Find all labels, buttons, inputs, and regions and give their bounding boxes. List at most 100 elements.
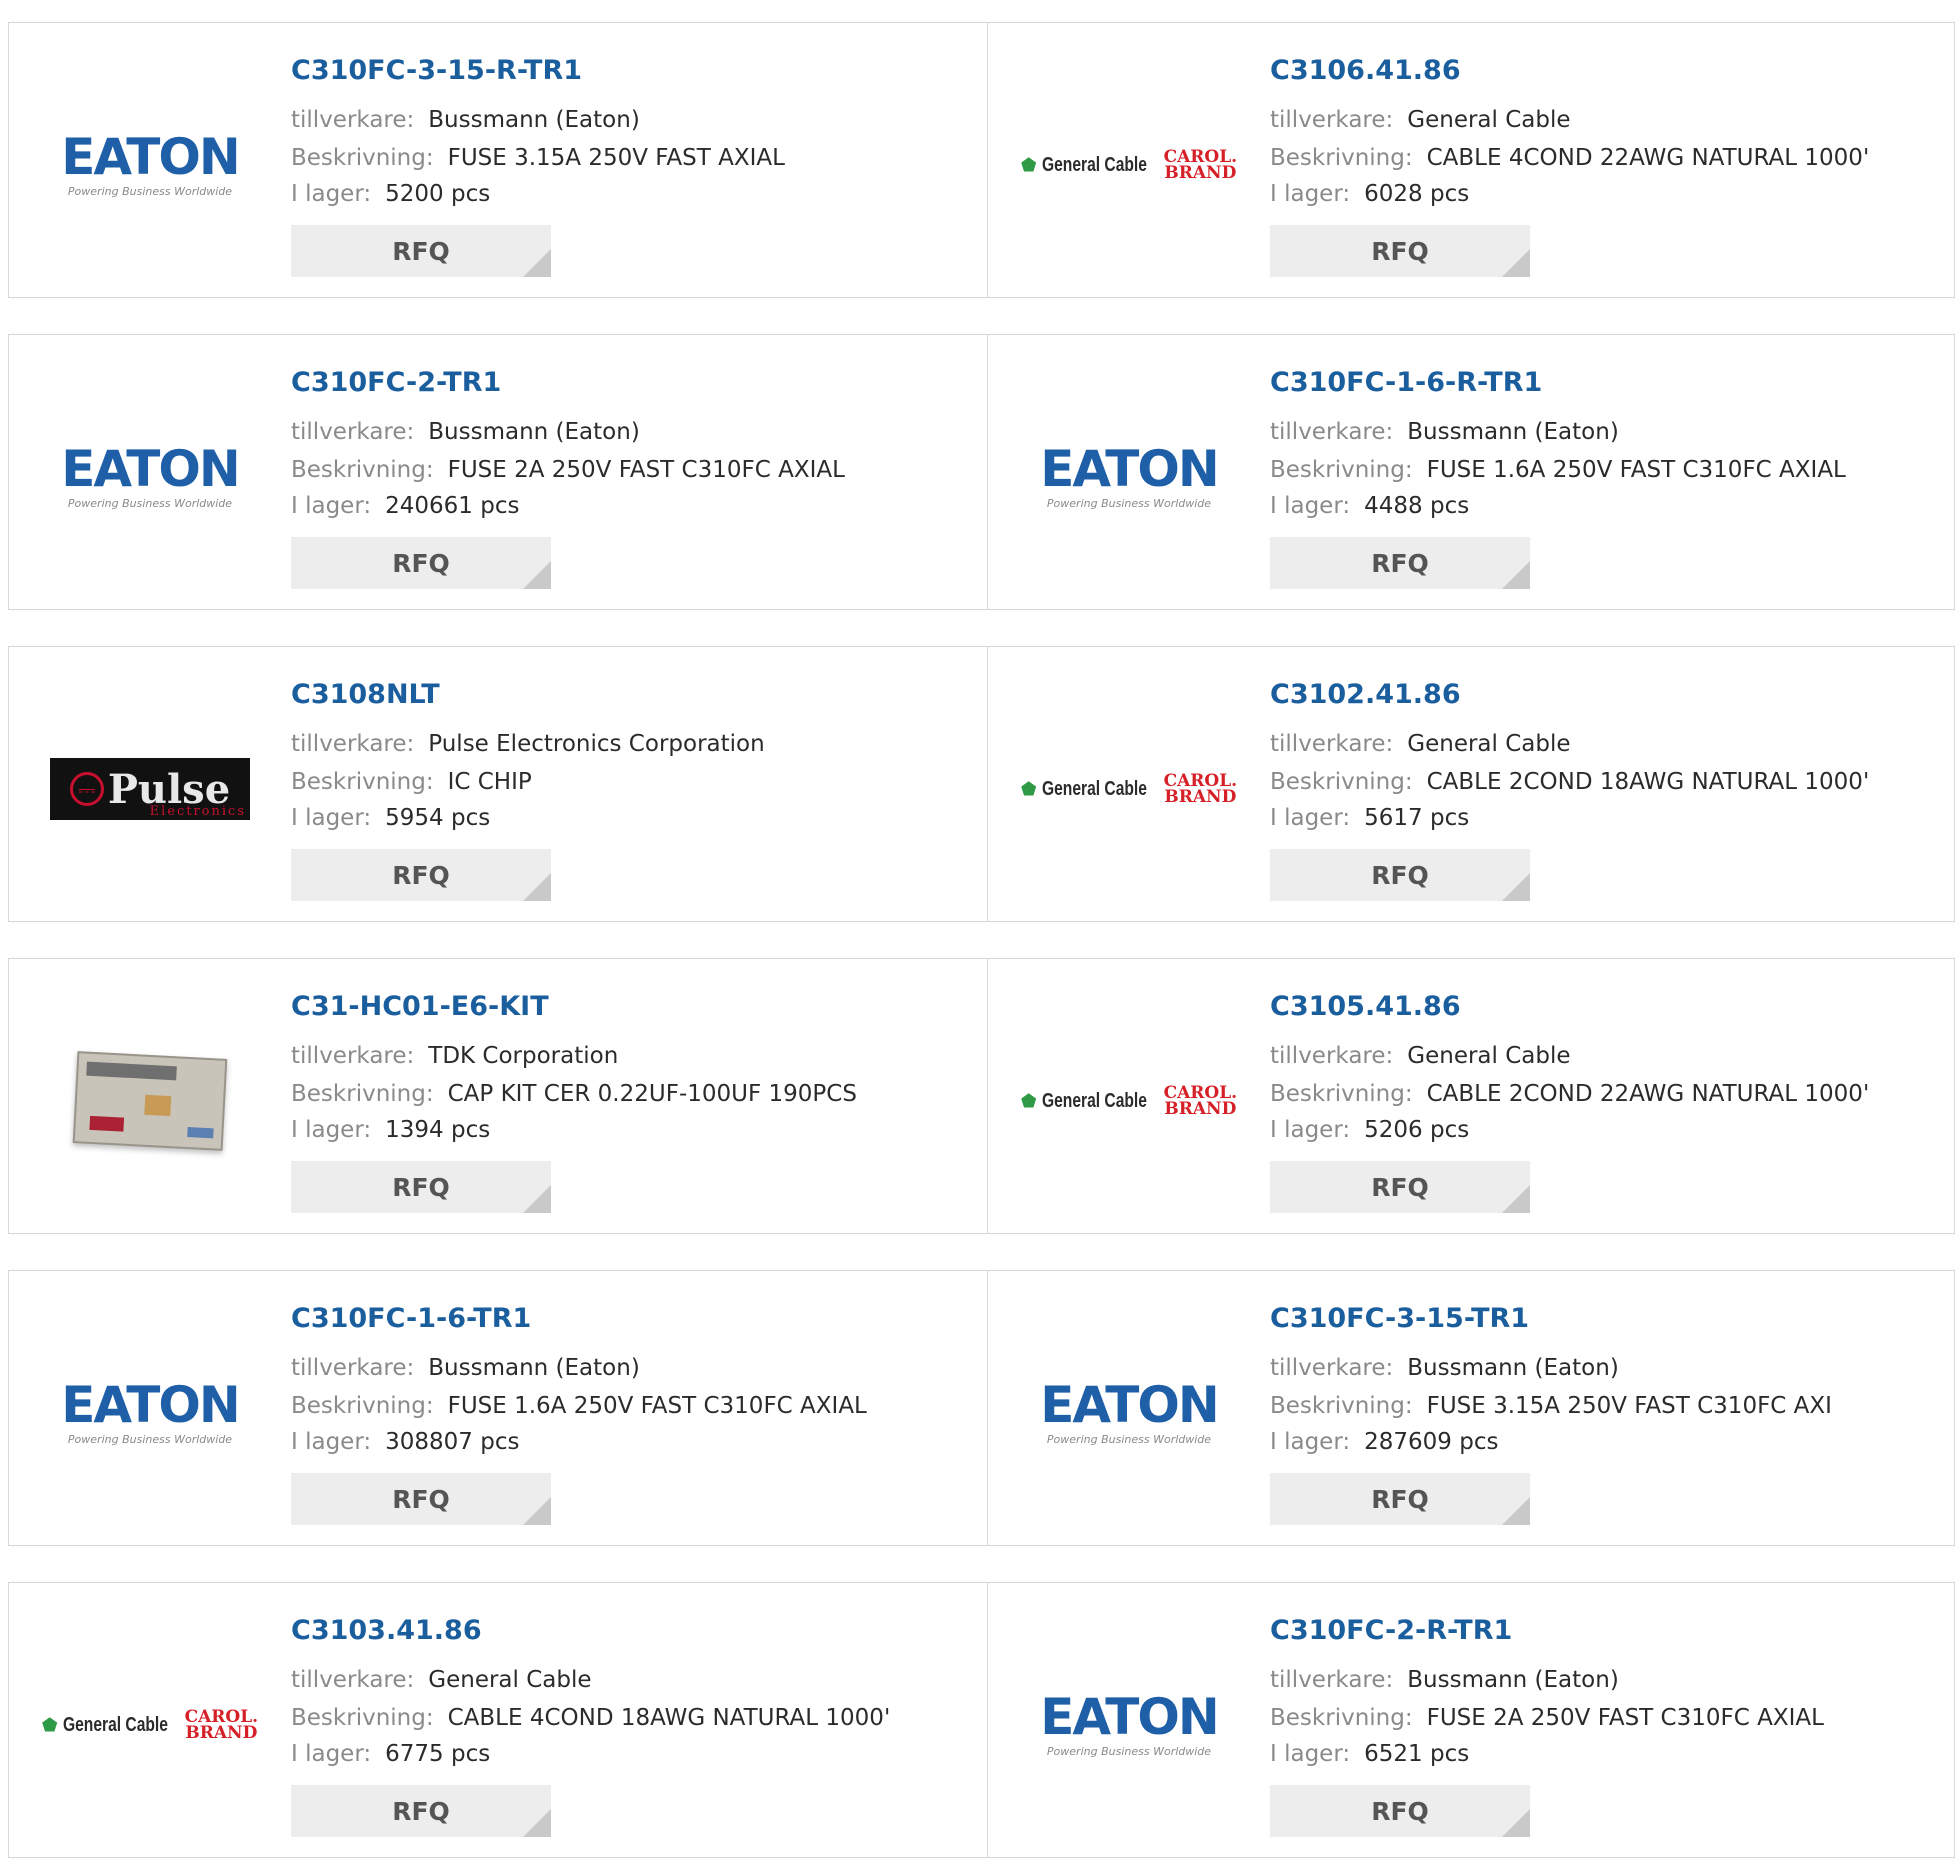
- eaton-tagline: Powering Business Worldwide: [1046, 496, 1212, 510]
- stock-row: I lager: 5617 pcs: [1270, 805, 1469, 831]
- description-label: Beskrivning:: [291, 1393, 434, 1419]
- description-value: CAP KIT CER 0.22UF-100UF 190PCS: [447, 1081, 857, 1107]
- part-number-link[interactable]: C310FC-3-15-R-TR1: [291, 55, 582, 86]
- product-card: EATON Powering Business Worldwide C310FC…: [8, 22, 988, 298]
- pulse-logo: ⎓ Pulse Electronics: [50, 758, 250, 820]
- part-number-link[interactable]: C3103.41.86: [291, 1615, 482, 1646]
- carol-brand-mark: CAROL. BRAND: [184, 1707, 259, 1743]
- manufacturer-logo[interactable]: EATON Powering Business Worldwide: [49, 1351, 251, 1475]
- stock-label: I lager:: [1270, 1117, 1351, 1143]
- manufacturer-logo[interactable]: EATON Powering Business Worldwide: [1028, 1663, 1230, 1787]
- manufacturer-logo[interactable]: ⬟ General Cable CAROL. BRAND: [42, 1663, 258, 1787]
- part-number-link[interactable]: C310FC-2-TR1: [291, 367, 501, 398]
- product-card: EATON Powering Business Worldwide C310FC…: [987, 334, 1955, 610]
- rfq-button[interactable]: RFQ: [1270, 1473, 1530, 1525]
- manufacturer-label: tillverkare:: [291, 1667, 415, 1693]
- manufacturer-row: tillverkare: Bussmann (Eaton): [1270, 1667, 1619, 1693]
- manufacturer-value: General Cable: [1407, 731, 1571, 757]
- description-row: Beskrivning: FUSE 1.6A 250V FAST C310FC A…: [291, 1393, 867, 1419]
- rfq-label: RFQ: [392, 548, 450, 578]
- manufacturer-logo[interactable]: ⎓ Pulse Electronics: [49, 727, 251, 851]
- manufacturer-value: Bussmann (Eaton): [428, 419, 640, 445]
- description-value: FUSE 3.15A 250V FAST AXIAL: [447, 145, 785, 171]
- corner-triangle-icon: [1502, 561, 1530, 589]
- rfq-button[interactable]: RFQ: [291, 1161, 551, 1213]
- manufacturer-label: tillverkare:: [1270, 1667, 1394, 1693]
- part-number-link[interactable]: C310FC-1-6-TR1: [291, 1303, 531, 1334]
- rfq-button[interactable]: RFQ: [1270, 225, 1530, 277]
- rfq-button[interactable]: RFQ: [291, 1473, 551, 1525]
- rfq-label: RFQ: [392, 1796, 450, 1826]
- rfq-button[interactable]: RFQ: [1270, 1785, 1530, 1837]
- manufacturer-logo[interactable]: ⬟ General Cable CAROL. BRAND: [1021, 727, 1237, 851]
- shield-icon: ⬟: [1020, 154, 1037, 176]
- manufacturer-row: tillverkare: Pulse Electronics Corporatio…: [291, 731, 765, 757]
- manufacturer-logo[interactable]: [49, 1039, 251, 1163]
- stock-row: I lager: 287609 pcs: [1270, 1429, 1498, 1455]
- eaton-tagline: Powering Business Worldwide: [67, 184, 233, 198]
- general-cable-logo: ⬟ General Cable CAROL. BRAND: [1020, 1083, 1238, 1119]
- stock-label: I lager:: [291, 493, 372, 519]
- stock-label: I lager:: [1270, 1741, 1351, 1767]
- manufacturer-label: tillverkare:: [1270, 731, 1394, 757]
- description-value: FUSE 2A 250V FAST C310FC AXIAL: [447, 457, 845, 483]
- description-value: FUSE 1.6A 250V FAST C310FC AXIAL: [447, 1393, 867, 1419]
- manufacturer-row: tillverkare: Bussmann (Eaton): [291, 1355, 640, 1381]
- corner-triangle-icon: [1502, 873, 1530, 901]
- description-value: FUSE 1.6A 250V FAST C310FC AXIAL: [1426, 457, 1846, 483]
- manufacturer-value: Bussmann (Eaton): [1407, 1667, 1619, 1693]
- corner-triangle-icon: [523, 249, 551, 277]
- corner-triangle-icon: [523, 1497, 551, 1525]
- stock-row: I lager: 5200 pcs: [291, 181, 490, 207]
- description-value: FUSE 3.15A 250V FAST C310FC AXI: [1426, 1393, 1832, 1419]
- manufacturer-logo[interactable]: EATON Powering Business Worldwide: [49, 103, 251, 227]
- manufacturer-logo[interactable]: EATON Powering Business Worldwide: [49, 415, 251, 539]
- description-label: Beskrivning:: [1270, 457, 1413, 483]
- stock-value: 6521 pcs: [1364, 1741, 1470, 1767]
- rfq-button[interactable]: RFQ: [291, 537, 551, 589]
- rfq-button[interactable]: RFQ: [1270, 849, 1530, 901]
- manufacturer-row: tillverkare: Bussmann (Eaton): [291, 107, 640, 133]
- part-number-link[interactable]: C3105.41.86: [1270, 991, 1461, 1022]
- rfq-button[interactable]: RFQ: [1270, 1161, 1530, 1213]
- stock-row: I lager: 5954 pcs: [291, 805, 490, 831]
- rfq-button[interactable]: RFQ: [291, 849, 551, 901]
- stock-row: I lager: 4488 pcs: [1270, 493, 1469, 519]
- manufacturer-value: General Cable: [1407, 107, 1571, 133]
- product-card: EATON Powering Business Worldwide C310FC…: [8, 334, 988, 610]
- stock-label: I lager:: [291, 181, 372, 207]
- stock-label: I lager:: [291, 1741, 372, 1767]
- manufacturer-label: tillverkare:: [291, 1043, 415, 1069]
- description-row: Beskrivning: CABLE 2COND 22AWG NATURAL 10…: [1270, 1081, 1869, 1107]
- stock-row: I lager: 6028 pcs: [1270, 181, 1469, 207]
- manufacturer-logo[interactable]: EATON Powering Business Worldwide: [1028, 1351, 1230, 1475]
- manufacturer-value: Bussmann (Eaton): [428, 107, 640, 133]
- rfq-button[interactable]: RFQ: [291, 225, 551, 277]
- part-number-link[interactable]: C310FC-2-R-TR1: [1270, 1615, 1512, 1646]
- carol-brand-mark: CAROL. BRAND: [1163, 771, 1238, 807]
- eaton-logo: EATON Powering Business Worldwide: [61, 1375, 240, 1446]
- product-card: ⬟ General Cable CAROL. BRAND C3103.41.86 t…: [8, 1582, 988, 1858]
- part-number-link[interactable]: C3102.41.86: [1270, 679, 1461, 710]
- manufacturer-value: Bussmann (Eaton): [428, 1355, 640, 1381]
- manufacturer-value: General Cable: [428, 1667, 592, 1693]
- corner-triangle-icon: [1502, 1809, 1530, 1837]
- description-row: Beskrivning: FUSE 2A 250V FAST C310FC AXI…: [1270, 1705, 1824, 1731]
- manufacturer-label: tillverkare:: [1270, 107, 1394, 133]
- part-number-link[interactable]: C3108NLT: [291, 679, 440, 710]
- part-number-link[interactable]: C31-HC01-E6-KIT: [291, 991, 549, 1022]
- manufacturer-logo[interactable]: EATON Powering Business Worldwide: [1028, 415, 1230, 539]
- rfq-label: RFQ: [392, 860, 450, 890]
- part-number-link[interactable]: C310FC-1-6-R-TR1: [1270, 367, 1542, 398]
- stock-label: I lager:: [1270, 493, 1351, 519]
- manufacturer-logo[interactable]: ⬟ General Cable CAROL. BRAND: [1021, 1039, 1237, 1163]
- manufacturer-value: General Cable: [1407, 1043, 1571, 1069]
- part-number-link[interactable]: C310FC-3-15-TR1: [1270, 1303, 1529, 1334]
- corner-triangle-icon: [1502, 249, 1530, 277]
- rfq-button[interactable]: RFQ: [291, 1785, 551, 1837]
- shield-icon: ⬟: [1020, 1090, 1037, 1112]
- part-number-link[interactable]: C3106.41.86: [1270, 55, 1461, 86]
- rfq-button[interactable]: RFQ: [1270, 537, 1530, 589]
- manufacturer-logo[interactable]: ⬟ General Cable CAROL. BRAND: [1021, 103, 1237, 227]
- manufacturer-value: Bussmann (Eaton): [1407, 1355, 1619, 1381]
